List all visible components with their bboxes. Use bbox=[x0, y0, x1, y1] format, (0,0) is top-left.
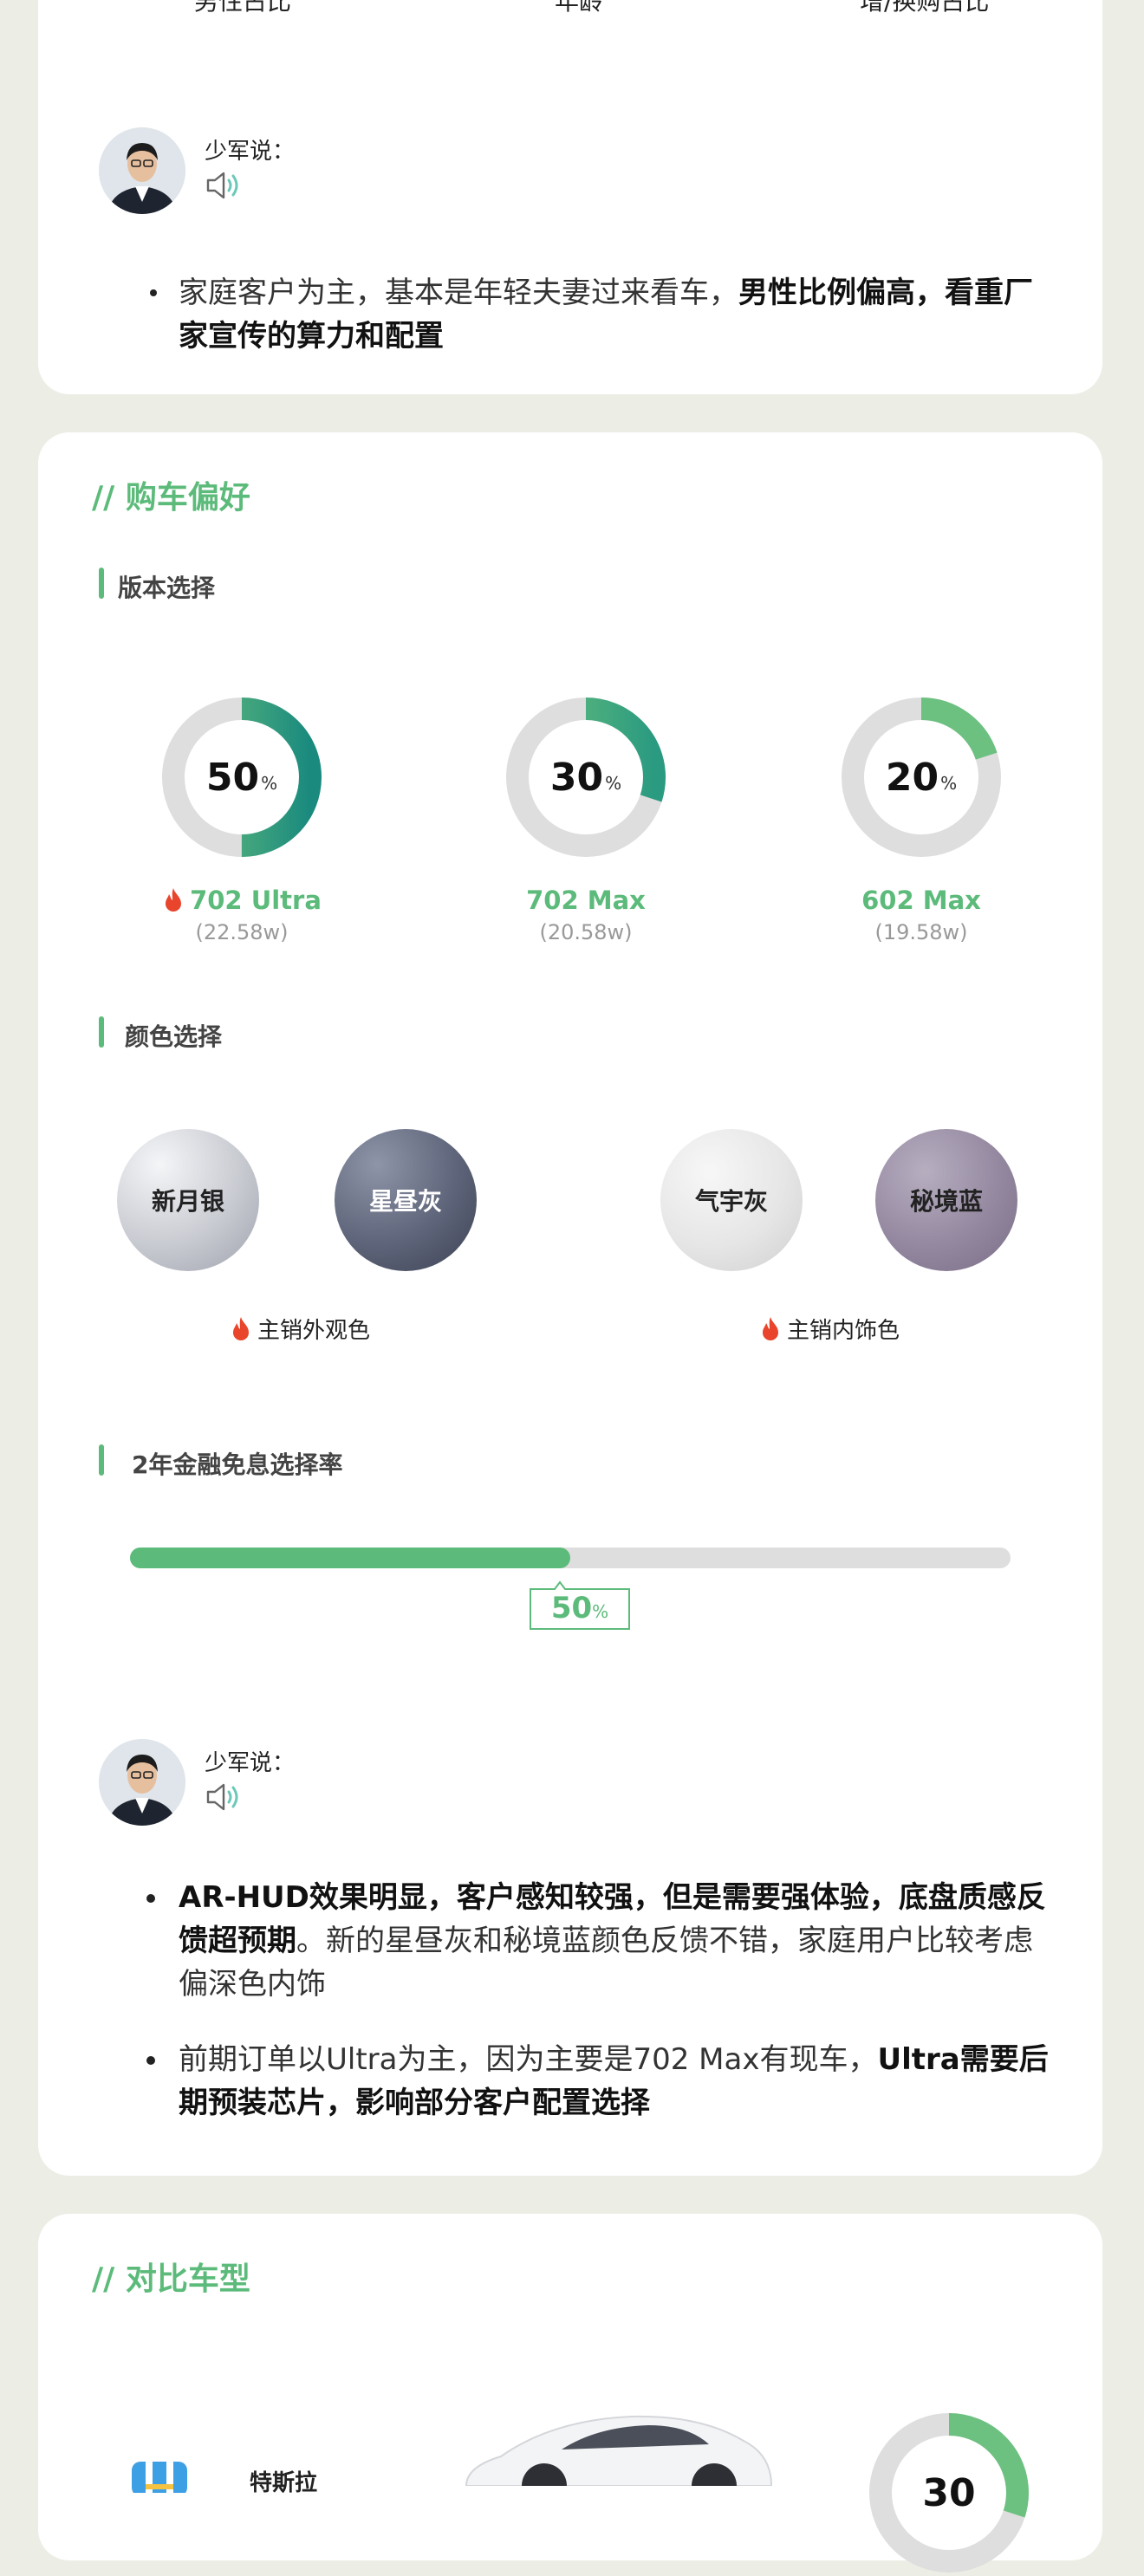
version-name-0: 702 Ultra bbox=[112, 886, 372, 915]
exterior-hot-text: 主销外观色 bbox=[257, 1318, 371, 1344]
ring-value: 20% bbox=[842, 698, 1001, 857]
finance-progress-fill bbox=[130, 1548, 570, 1568]
version-ring-1: 30% bbox=[506, 698, 666, 857]
section-title: // 对比车型 bbox=[92, 2261, 250, 2297]
ring-value: 50% bbox=[162, 698, 322, 857]
ring-percent: % bbox=[940, 773, 958, 794]
bullet-text: 前期订单以Ultra为主，因为主要是702 Max有现车，Ultra需要后期预装… bbox=[179, 2038, 1054, 2125]
bullet-text: AR-HUD效果明显，客户感知较强，但是需要强体验，底盘质感反馈超预期。新的星昼… bbox=[179, 1876, 1054, 2006]
avatar bbox=[99, 1739, 185, 1826]
finance-progress-track bbox=[130, 1548, 1011, 1568]
bullet-dot bbox=[146, 2056, 155, 2065]
version-name-1: 702 Max bbox=[526, 886, 646, 915]
color-swatch-interior-blue[interactable]: 秘境蓝 bbox=[875, 1129, 1017, 1271]
exterior-hot-label: 主销外观色 bbox=[230, 1313, 370, 1345]
bullet-text-normal: 前期订单以Ultra为主，因为主要是702 Max有现车， bbox=[179, 2042, 878, 2077]
speaker-audio-icon[interactable] bbox=[205, 1780, 244, 1814]
profile-card: 男性占比 年龄 增/换购占比 少军说： 家庭客户为主，基本是年轻夫妻过来看车，男… bbox=[38, 0, 1102, 394]
section-title: // 购车偏好 bbox=[92, 480, 250, 516]
upgrade-ratio-label: 增/换购占比 bbox=[860, 0, 990, 16]
version-name-text: 702 Ultra bbox=[190, 886, 322, 915]
bullet-dot bbox=[146, 1894, 155, 1903]
subtitle-bar bbox=[99, 1016, 104, 1048]
version-ring-2: 20% bbox=[842, 698, 1001, 857]
ring-percent: % bbox=[605, 773, 622, 794]
version-price-2: (19.58w) bbox=[874, 920, 968, 944]
version-price-1: (20.58w) bbox=[539, 920, 633, 944]
ring-number: 30 bbox=[549, 755, 604, 800]
brand-logo-icon bbox=[132, 2462, 187, 2493]
ring-number: 20 bbox=[885, 755, 939, 800]
ring-value: 30 bbox=[869, 2413, 1029, 2573]
progress-number: 50 bbox=[550, 1591, 593, 1625]
competitor-card: // 对比车型 特斯拉 30 bbox=[38, 2214, 1102, 2573]
flame-icon bbox=[233, 1317, 249, 1340]
subtitle-bar bbox=[99, 568, 104, 599]
version-ring-0: 50% bbox=[162, 698, 322, 857]
ring-number: 50 bbox=[205, 755, 260, 800]
competitor-ring: 30 bbox=[869, 2413, 1029, 2573]
flame-icon bbox=[763, 1317, 778, 1340]
avatar-person-icon bbox=[99, 1739, 185, 1826]
speaker-name-label: 少军说： bbox=[205, 1750, 296, 1776]
bullet-text-normal: 家庭客户为主，基本是年轻夫妻过来看车， bbox=[179, 276, 738, 310]
speaker-name-label: 少军说： bbox=[205, 139, 296, 165]
color-subtitle: 颜色选择 bbox=[125, 1022, 223, 1051]
speaker-audio-icon[interactable] bbox=[205, 168, 244, 203]
flame-icon bbox=[166, 888, 182, 912]
version-name-2: 602 Max bbox=[861, 886, 981, 915]
ring-percent: % bbox=[261, 773, 278, 794]
interior-hot-label: 主销内饰色 bbox=[759, 1313, 900, 1345]
subtitle-bar bbox=[99, 1444, 104, 1476]
version-price-0: (22.58w) bbox=[195, 920, 289, 944]
purchase-preference-card: // 购车偏好 版本选择 50% 30% 20 % 702 Ultra (22.… bbox=[38, 432, 1102, 2176]
interior-hot-text: 主销内饰色 bbox=[787, 1318, 900, 1344]
progress-value: 50% bbox=[529, 1591, 631, 1625]
avatar bbox=[99, 127, 185, 214]
ring-value: 30% bbox=[506, 698, 666, 857]
color-swatch-gray[interactable]: 星昼灰 bbox=[335, 1129, 477, 1271]
version-subtitle: 版本选择 bbox=[118, 574, 216, 602]
ring-number: 30 bbox=[922, 2470, 976, 2515]
finance-subtitle: 2年金融免息选择率 bbox=[132, 1450, 343, 1479]
car-image bbox=[465, 2415, 773, 2486]
brand-name: 特斯拉 bbox=[250, 2470, 318, 2496]
bullet-text: 家庭客户为主，基本是年轻夫妻过来看车，男性比例偏高，看重厂家宣传的算力和配置 bbox=[179, 271, 1054, 358]
age-label: 年龄 bbox=[555, 0, 604, 16]
male-ratio-label: 男性占比 bbox=[194, 0, 292, 16]
bullet-dot bbox=[150, 289, 157, 296]
color-swatch-silver[interactable]: 新月银 bbox=[117, 1129, 259, 1271]
bullet-text-normal: 。新的星昼灰和秘境蓝颜色反馈不错，家庭用户比较考虑偏深色内饰 bbox=[179, 1924, 1033, 2002]
progress-percent: % bbox=[592, 1601, 609, 1622]
color-swatch-interior-gray[interactable]: 气宇灰 bbox=[660, 1129, 803, 1271]
avatar-person-icon bbox=[99, 127, 185, 214]
